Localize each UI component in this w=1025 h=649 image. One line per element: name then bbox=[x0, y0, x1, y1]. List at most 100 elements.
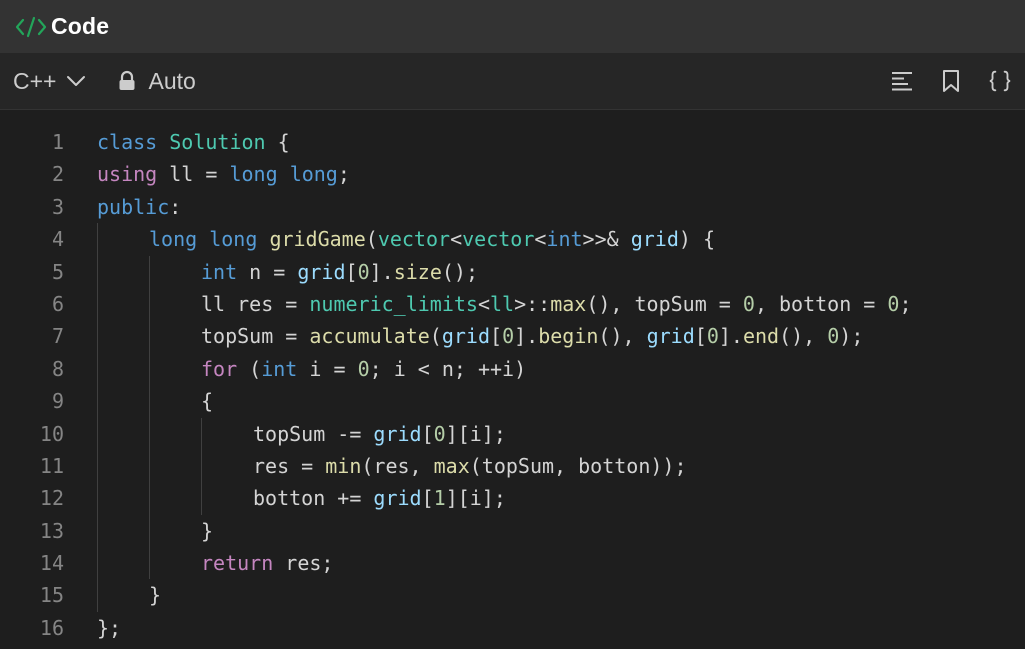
code-line[interactable]: 3 public: bbox=[0, 191, 1025, 223]
code-token: 0 bbox=[433, 421, 446, 446]
code-token: ]. bbox=[369, 259, 394, 284]
indent-guide bbox=[149, 287, 150, 321]
indent-guide bbox=[149, 320, 150, 353]
code-token: ; bbox=[899, 291, 912, 316]
line-number: 10 bbox=[39, 421, 64, 446]
line-number: 8 bbox=[51, 356, 64, 381]
braces-icon[interactable] bbox=[987, 68, 1013, 94]
code-token: gridGame bbox=[269, 227, 366, 252]
code-line[interactable]: 12 botton += grid[1][i]; bbox=[0, 482, 1025, 515]
line-content: int n = grid[0].size(); bbox=[201, 256, 478, 288]
code-line[interactable]: 8 for (int i = 0; i < n; ++i) bbox=[0, 352, 1025, 386]
indent-guide bbox=[97, 255, 98, 288]
indent-guide bbox=[97, 287, 98, 321]
indent-guide bbox=[149, 547, 150, 580]
code-token: ( bbox=[237, 356, 262, 381]
code-token: size bbox=[393, 259, 442, 284]
line-number: 3 bbox=[51, 194, 64, 219]
line-number: 6 bbox=[51, 291, 64, 316]
code-token: long bbox=[229, 162, 278, 187]
code-token: grid bbox=[373, 421, 422, 446]
code-token: max bbox=[550, 291, 587, 316]
code-token: long bbox=[209, 227, 258, 252]
code-token: end bbox=[742, 324, 780, 349]
code-token: < bbox=[534, 227, 547, 252]
code-token: ]. bbox=[514, 324, 539, 349]
code-token: long bbox=[149, 227, 198, 252]
code-line[interactable]: 1 class Solution { bbox=[0, 126, 1025, 158]
code-line[interactable]: 5 int n = grid[0].size(); bbox=[0, 255, 1025, 288]
code-line[interactable]: 10 topSum -= grid[0][i]; bbox=[0, 417, 1025, 450]
line-number: 2 bbox=[51, 162, 64, 187]
mode-label: Auto bbox=[148, 67, 196, 94]
line-content: using ll = long long; bbox=[97, 158, 350, 190]
code-line[interactable]: 15} bbox=[0, 579, 1025, 612]
format-lines-icon[interactable] bbox=[889, 68, 915, 94]
code-token: grid bbox=[373, 486, 422, 511]
code-token: (); bbox=[441, 259, 478, 284]
code-token: grid bbox=[646, 324, 695, 349]
editor-toolbar: C++ Auto bbox=[0, 53, 1025, 110]
line-number: 9 bbox=[51, 389, 64, 414]
language-label: C++ bbox=[13, 67, 57, 94]
panel-title: Code bbox=[51, 13, 110, 39]
code-line[interactable]: 7 topSum = accumulate(grid[0].begin(), gr… bbox=[0, 320, 1025, 353]
code-token: public bbox=[97, 194, 170, 219]
code-token: ][i]; bbox=[445, 486, 506, 511]
code-token: grid bbox=[441, 324, 491, 349]
code-token: int bbox=[261, 356, 298, 381]
indent-guide bbox=[149, 417, 150, 450]
code-token: >>& bbox=[582, 227, 631, 252]
code-line[interactable]: 9{ bbox=[0, 385, 1025, 418]
indent-guide bbox=[149, 449, 150, 483]
code-panel: Code C++ Auto 1 class Solution {2 using… bbox=[0, 0, 1025, 649]
code-line[interactable]: 2 using ll = long long; bbox=[0, 158, 1025, 190]
code-token: ; bbox=[337, 162, 350, 187]
indent-guide bbox=[97, 449, 98, 483]
code-token: Solution bbox=[169, 130, 266, 154]
code-line[interactable]: 11 res = min(res, max(topSum, botton)); bbox=[0, 449, 1025, 483]
code-line[interactable]: 13} bbox=[0, 514, 1025, 548]
code-token: < bbox=[477, 291, 490, 316]
code-token: 0 bbox=[706, 324, 719, 349]
code-line[interactable]: 14 return res; bbox=[0, 547, 1025, 580]
code-token: min bbox=[325, 453, 362, 478]
indent-guide bbox=[97, 320, 98, 353]
indent-guide bbox=[149, 385, 150, 418]
indent-guide bbox=[149, 352, 150, 386]
code-token: [ bbox=[345, 259, 358, 284]
line-content: { bbox=[201, 385, 213, 417]
panel-header: Code bbox=[0, 0, 1025, 53]
code-token: [ bbox=[490, 324, 503, 349]
code-token: >:: bbox=[514, 291, 551, 316]
code-token: (res, bbox=[361, 453, 434, 478]
line-number: 12 bbox=[39, 486, 64, 511]
code-token: (topSum, botton)); bbox=[469, 453, 687, 478]
code-token: [ bbox=[421, 486, 434, 511]
code-token: ; i < n; ++i) bbox=[369, 356, 527, 381]
line-number: 1 bbox=[51, 130, 64, 154]
line-content: long long gridGame(vector<vector<int>>& … bbox=[149, 223, 715, 255]
code-token: topSum = bbox=[201, 324, 310, 349]
mode-indicator[interactable]: Auto bbox=[118, 67, 196, 95]
line-content: }; bbox=[97, 612, 121, 644]
code-token: } bbox=[149, 583, 162, 608]
code-line[interactable]: 16}; bbox=[0, 612, 1025, 644]
bookmark-icon[interactable] bbox=[938, 68, 964, 94]
code-token: (), topSum = bbox=[586, 291, 743, 316]
code-token: 0 bbox=[357, 356, 370, 381]
code-editor[interactable]: 1 class Solution { 2 using ll = long long; 3… bbox=[0, 110, 1025, 649]
language-select[interactable]: C++ bbox=[13, 68, 86, 95]
code-token: ( bbox=[429, 324, 442, 349]
code-token: }; bbox=[97, 615, 122, 640]
code-token: accumulate bbox=[309, 324, 430, 349]
code-token: ]. bbox=[718, 324, 743, 349]
code-token: numeric_limits bbox=[309, 291, 478, 316]
code-line[interactable]: 4 long long gridGame(vector<vector<int>>&… bbox=[0, 223, 1025, 256]
toolbar-actions bbox=[889, 53, 1025, 109]
code-token: max bbox=[433, 453, 470, 478]
indent-guide bbox=[97, 352, 98, 386]
line-content: for (int i = 0; i < n; ++i) bbox=[201, 353, 526, 385]
code-line[interactable]: 6 ll res = numeric_limits<ll>::max(), top… bbox=[0, 287, 1025, 321]
